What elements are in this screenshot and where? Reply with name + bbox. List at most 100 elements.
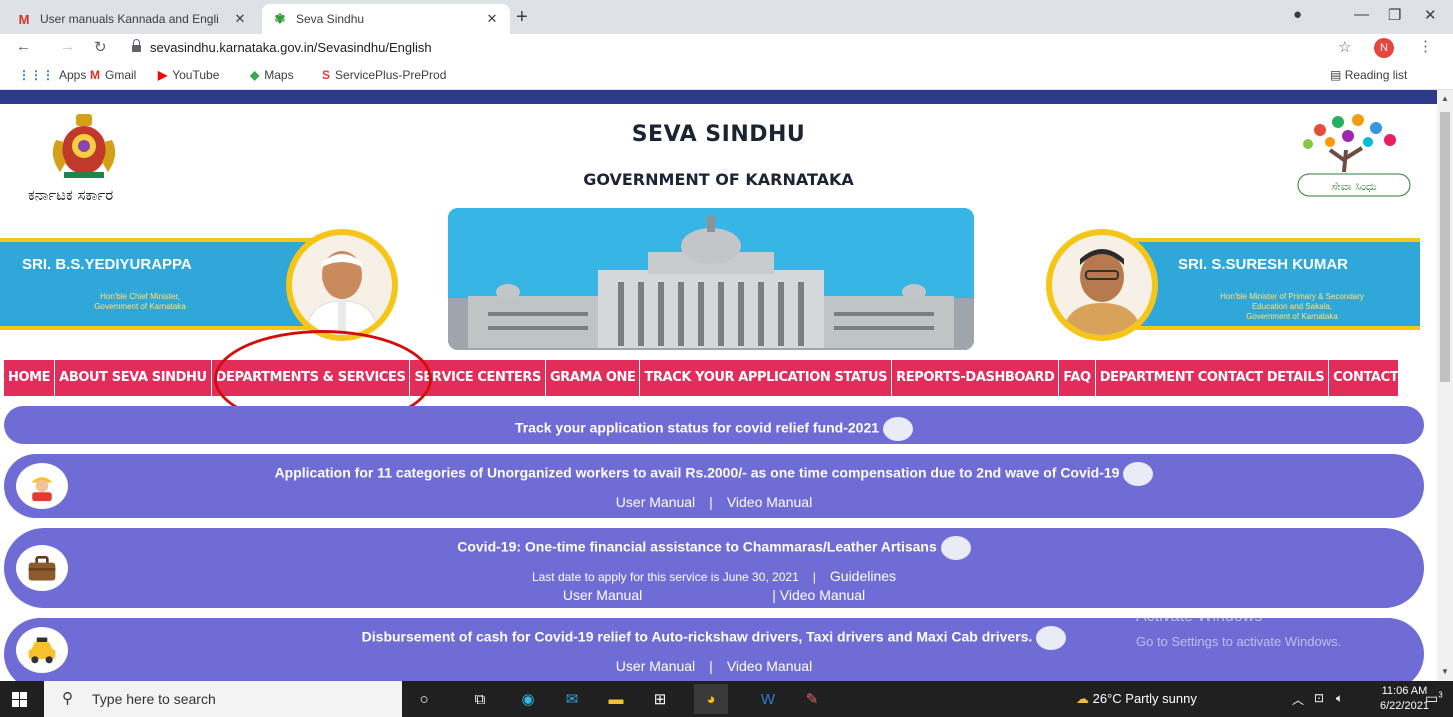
tab-seva-sindhu[interactable]: ✾ Seva Sindhu ✕	[262, 4, 510, 34]
chief-minister-photo	[286, 229, 398, 341]
windows-taskbar: ⚲ Type here to search ○ ⧉ ◉ ✉ ▬ ⊞ ◕ W ✎ …	[0, 681, 1453, 717]
chief-minister-banner: SRI. B.S.YEDIYURAPPA Hon'ble Chief Minis…	[0, 238, 322, 330]
tab-user-manuals[interactable]: M User manuals Kannada and Engli ✕	[6, 4, 258, 34]
notification-icon[interactable]: ▭3	[1425, 690, 1443, 707]
clock-time: 11:06 AM	[1381, 685, 1428, 697]
windows-start-icon[interactable]	[12, 692, 28, 707]
bookmark-youtube[interactable]: ▶ YouTube	[158, 68, 219, 82]
youtube-icon: ▶	[158, 68, 168, 82]
bookmark-apps[interactable]: ⋮⋮⋮ Apps	[18, 68, 86, 82]
reading-list-icon: ▤	[1330, 68, 1342, 82]
nav-grama-one[interactable]: GRAMA ONE	[546, 360, 641, 396]
seva-sindhu-logo: ಸೇವಾ ಸಿಂಧು	[1297, 114, 1411, 197]
profile-avatar[interactable]: N	[1374, 38, 1394, 58]
nav-service-centers[interactable]: SERVICE CENTERS	[410, 360, 546, 396]
nav-faq[interactable]: FAQ	[1059, 360, 1096, 396]
separator: |	[709, 658, 713, 674]
nav-reports-dashboard[interactable]: REPORTS-DASHBOARD	[892, 360, 1060, 396]
seva-sindhu-icon: ✾	[274, 11, 286, 26]
lock-icon	[132, 39, 141, 53]
close-window-icon[interactable]: ✕	[1424, 6, 1437, 24]
bookmark-serviceplus[interactable]: S ServicePlus-PreProd	[322, 68, 446, 82]
menu-icon[interactable]: ⋮	[1418, 37, 1433, 55]
weather-text: 26°C Partly sunny	[1092, 691, 1197, 706]
tab-title: Seva Sindhu	[296, 12, 365, 26]
reading-list[interactable]: ▤ Reading list	[1330, 68, 1407, 82]
nav-home[interactable]: HOME	[4, 360, 56, 396]
user-manual-link[interactable]: User Manual	[616, 494, 695, 510]
page-subtitle: GOVERNMENT OF KARNATAKA	[583, 170, 854, 189]
card-title[interactable]: Covid-19: One-time financial assistance …	[457, 539, 937, 555]
card-title[interactable]: Application for 11 categories of Unorgan…	[275, 465, 1120, 481]
nav-departments-services[interactable]: DEPARTMENTS & SERVICES	[212, 360, 411, 396]
bookmark-gmail[interactable]: M Gmail	[90, 68, 136, 82]
close-tab-icon[interactable]: ✕	[484, 11, 500, 27]
main-nav: HOME ABOUT SEVA SINDHU DEPARTMENTS & SER…	[4, 360, 1399, 396]
nav-about[interactable]: ABOUT SEVA SINDHU	[55, 360, 212, 396]
serviceplus-icon: S	[322, 68, 331, 82]
store-icon[interactable]: ⊞	[650, 689, 670, 709]
track-covid-relief-card[interactable]: Track your application status for covid …	[4, 406, 1424, 444]
reload-icon[interactable]: ↻	[94, 38, 107, 56]
gmail-icon: M	[90, 68, 100, 82]
card-title[interactable]: Disbursement of cash for Covid-19 relief…	[362, 629, 1033, 645]
mail-icon[interactable]: ✉	[562, 689, 582, 709]
bookmark-label: Gmail	[105, 68, 137, 82]
clock-date: 6/22/2021	[1380, 700, 1429, 712]
last-date-text: Last date to apply for this service is J…	[531, 570, 799, 584]
edge-icon[interactable]: ◉	[518, 689, 538, 709]
network-icon[interactable]: ⊡	[1314, 691, 1324, 705]
new-tab-icon[interactable]: +	[516, 6, 528, 29]
auto-taxi-relief-card: Disbursement of cash for Covid-19 relief…	[4, 618, 1424, 681]
forward-icon[interactable]: →	[60, 38, 75, 55]
guidelines-link[interactable]: Guidelines	[830, 568, 896, 584]
paint-icon[interactable]: ✎	[802, 689, 822, 709]
back-icon[interactable]: ←	[16, 38, 31, 55]
bookmark-label: YouTube	[172, 68, 220, 82]
unorganized-workers-card: Application for 11 categories of Unorgan…	[4, 454, 1424, 518]
video-manual-link[interactable]: Video Manual	[727, 658, 812, 674]
bookmark-maps[interactable]: ◆ Maps	[250, 68, 294, 82]
user-manual-link[interactable]: User Manual	[563, 587, 642, 603]
browser-toolbar: ← → ↻ sevasindhu.karnataka.gov.in/Sevasi…	[0, 34, 1453, 62]
bookmark-label: Apps	[59, 68, 87, 82]
page-scrollbar[interactable]: ▲ ▼	[1437, 90, 1453, 681]
task-view-icon[interactable]: ⧉	[470, 689, 490, 709]
file-explorer-icon[interactable]: ▬	[606, 689, 626, 709]
scrollbar-thumb[interactable]	[1440, 112, 1450, 382]
new-badge-icon	[1123, 462, 1154, 486]
nav-contact[interactable]: CONTACT	[1329, 360, 1402, 396]
restore-icon[interactable]: ❐	[1388, 6, 1401, 24]
close-tab-icon[interactable]: ✕	[232, 11, 248, 27]
scroll-down-icon[interactable]: ▼	[1441, 667, 1449, 676]
cortana-icon[interactable]: ○	[414, 689, 434, 709]
chief-minister-name: SRI. B.S.YEDIYURAPPA	[22, 256, 192, 273]
nav-track-status[interactable]: TRACK YOUR APPLICATION STATUS	[640, 360, 893, 396]
taskbar-search[interactable]: ⚲ Type here to search	[44, 681, 402, 717]
show-hidden-icons[interactable]: ︿	[1292, 691, 1304, 708]
chrome-extension-icon[interactable]: ●	[1293, 6, 1302, 23]
video-manual-link[interactable]: | Video Manual	[772, 587, 865, 603]
bookmark-star-icon[interactable]: ☆	[1338, 38, 1351, 56]
maps-icon: ◆	[250, 68, 260, 82]
weather-widget[interactable]: ☁ 26°C Partly sunny	[1076, 691, 1197, 707]
user-manual-link[interactable]: User Manual	[616, 658, 695, 674]
gmail-icon: M	[18, 11, 30, 27]
video-manual-link[interactable]: Video Manual	[727, 494, 812, 510]
card-title[interactable]: Track your application status for covid …	[515, 420, 879, 436]
new-badge-icon	[883, 417, 914, 441]
scroll-up-icon[interactable]: ▲	[1441, 94, 1449, 103]
new-badge-icon	[940, 536, 971, 560]
chrome-icon[interactable]: ◕	[694, 684, 728, 714]
education-minister-photo	[1046, 229, 1158, 341]
clock[interactable]: 11:06 AM 6/22/2021	[1380, 684, 1429, 714]
chief-minister-role: Hon'ble Chief Minister, Government of Kar…	[94, 292, 186, 311]
volume-icon[interactable]: 🔈︎	[1336, 691, 1343, 706]
word-icon[interactable]: W	[758, 689, 778, 709]
activate-windows-title: Activate Windows	[1136, 608, 1263, 625]
nav-department-contact[interactable]: DEPARTMENT CONTACT DETAILS	[1096, 360, 1330, 396]
vidhana-soudha-image	[448, 208, 974, 350]
tab-title: User manuals Kannada and Engli	[40, 12, 219, 26]
address-bar[interactable]: sevasindhu.karnataka.gov.in/Sevasindhu/E…	[150, 40, 432, 55]
minimize-icon[interactable]: —	[1354, 6, 1369, 23]
